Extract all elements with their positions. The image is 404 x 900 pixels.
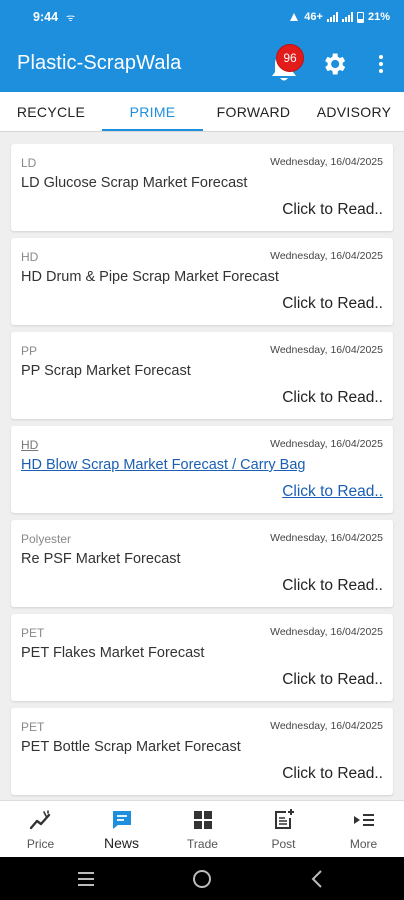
read-more-link[interactable]: Click to Read.. [282,671,383,689]
read-more-link[interactable]: Click to Read.. [282,483,383,501]
nav-news[interactable]: News [81,801,162,858]
news-card[interactable]: Polyester Wednesday, 16/04/2025 Re PSF M… [11,520,393,607]
card-date: Wednesday, 16/04/2025 [270,344,383,356]
read-more-link[interactable]: Click to Read.. [282,577,383,595]
card-category: LD [21,156,37,170]
tab-advisory[interactable]: ADVISORY [304,92,404,132]
notifications-button[interactable]: 96 [268,44,304,82]
read-more-link[interactable]: Click to Read.. [282,765,383,783]
card-category: PP [21,344,38,358]
recents-icon[interactable] [76,870,96,888]
news-card[interactable]: PP Wednesday, 16/04/2025 PP Scrap Market… [11,332,393,419]
read-more-link[interactable]: Click to Read.. [282,295,383,313]
news-card[interactable]: LD Wednesday, 16/04/2025 LD Glucose Scra… [11,144,393,231]
tab-indicator [102,129,203,131]
news-card[interactable]: HD Wednesday, 16/04/2025 HD Drum & Pipe … [11,238,393,325]
card-category: Polyester [21,532,72,546]
card-title: HD Drum & Pipe Scrap Market Forecast [21,269,279,285]
card-date: Wednesday, 16/04/2025 [270,626,383,638]
card-title: Re PSF Market Forecast [21,551,181,567]
grid-icon [193,811,212,829]
card-date: Wednesday, 16/04/2025 [270,720,383,732]
card-date: Wednesday, 16/04/2025 [270,438,383,450]
bottom-nav: Price News Trade Post More [0,800,404,857]
card-category: HD [21,250,39,264]
app-title: Plastic-ScrapWala [17,51,182,74]
signal-icon [326,12,338,22]
notification-status-icon: ᯤ [66,13,76,24]
back-icon[interactable] [310,869,324,889]
battery-icon [356,11,364,23]
card-title: PP Scrap Market Forecast [21,363,191,379]
nav-trade[interactable]: Trade [162,801,243,858]
more-list-icon [353,814,374,826]
tab-bar: RECYCLE PRIME FORWARD ADVISORY [0,92,404,132]
card-date: Wednesday, 16/04/2025 [270,250,383,262]
home-icon[interactable] [192,869,212,889]
card-date: Wednesday, 16/04/2025 [270,156,383,168]
status-right: 46+ 21% [288,11,390,23]
nav-label: News [103,835,139,851]
system-navigation-bar [0,857,404,900]
card-title: PET Bottle Scrap Market Forecast [21,739,241,755]
nav-post[interactable]: Post [243,801,324,858]
news-card[interactable]: PET Wednesday, 16/04/2025 PET Flakes Mar… [11,614,393,701]
card-date: Wednesday, 16/04/2025 [270,532,383,544]
tab-prime[interactable]: PRIME [102,92,203,132]
settings-button[interactable] [320,50,348,78]
card-title: PET Flakes Market Forecast [21,645,205,661]
overflow-menu-button[interactable] [372,52,390,76]
card-category: PET [21,720,45,734]
battery-level: 21% [367,11,390,23]
read-more-link[interactable]: Click to Read.. [282,201,383,219]
signal-icon-2 [341,12,353,22]
nav-label: Post [271,837,296,851]
app-bar: Plastic-ScrapWala 96 [0,34,404,92]
news-card[interactable]: HD Wednesday, 16/04/2025 HD Blow Scrap M… [11,426,393,513]
tab-forward[interactable]: FORWARD [203,92,304,132]
card-title: LD Glucose Scrap Market Forecast [21,175,248,191]
read-more-link[interactable]: Click to Read.. [282,389,383,407]
gear-icon [325,53,346,75]
network-type: 46+ [304,11,323,23]
nav-label: More [349,837,378,851]
news-list[interactable]: LD Wednesday, 16/04/2025 LD Glucose Scra… [0,132,404,800]
card-category: HD [21,438,39,452]
news-card[interactable]: PET Wednesday, 16/04/2025 PET Bottle Scr… [11,708,393,795]
tab-recycle[interactable]: RECYCLE [0,92,102,132]
hotspot-icon [290,13,299,21]
trend-icon [29,810,50,830]
chat-icon [112,811,131,829]
nav-more[interactable]: More [323,801,404,858]
card-title: HD Blow Scrap Market Forecast / Carry Ba… [21,457,306,473]
card-category: PET [21,626,45,640]
status-bar: 9:44 ᯤ 46+ 21% [0,0,404,34]
nav-label: Price [26,837,55,851]
notification-badge: 96 [276,44,304,72]
status-time: 9:44 [33,10,59,24]
post-add-icon [274,809,294,829]
nav-price[interactable]: Price [0,801,81,858]
nav-label: Trade [187,837,218,851]
